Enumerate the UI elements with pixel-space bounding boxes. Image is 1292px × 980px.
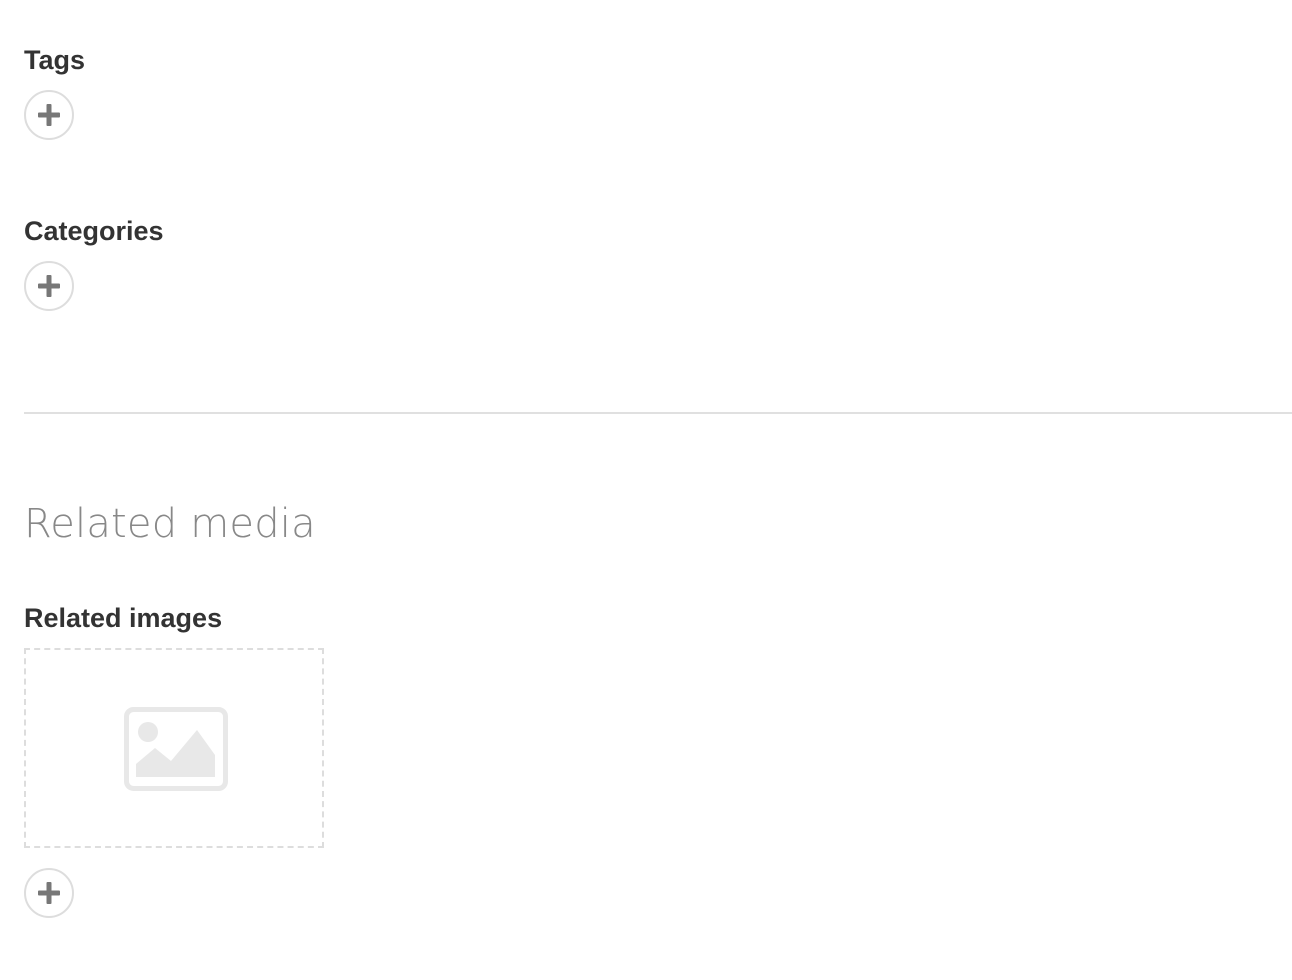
tags-label: Tags xyxy=(24,45,86,75)
add-tag-button[interactable] xyxy=(24,90,74,140)
image-placeholder-icon xyxy=(124,707,228,791)
plus-icon xyxy=(38,104,60,126)
related-media-heading: Related media xyxy=(24,501,316,547)
plus-icon xyxy=(38,882,60,904)
page: Tags Categories Related media Related im… xyxy=(0,0,1292,980)
plus-icon xyxy=(38,275,60,297)
categories-label: Categories xyxy=(24,216,164,246)
section-divider xyxy=(24,412,1292,414)
related-images-label: Related images xyxy=(24,603,223,633)
add-related-image-button[interactable] xyxy=(24,868,74,918)
related-image-dropzone[interactable] xyxy=(24,648,324,848)
add-category-button[interactable] xyxy=(24,261,74,311)
